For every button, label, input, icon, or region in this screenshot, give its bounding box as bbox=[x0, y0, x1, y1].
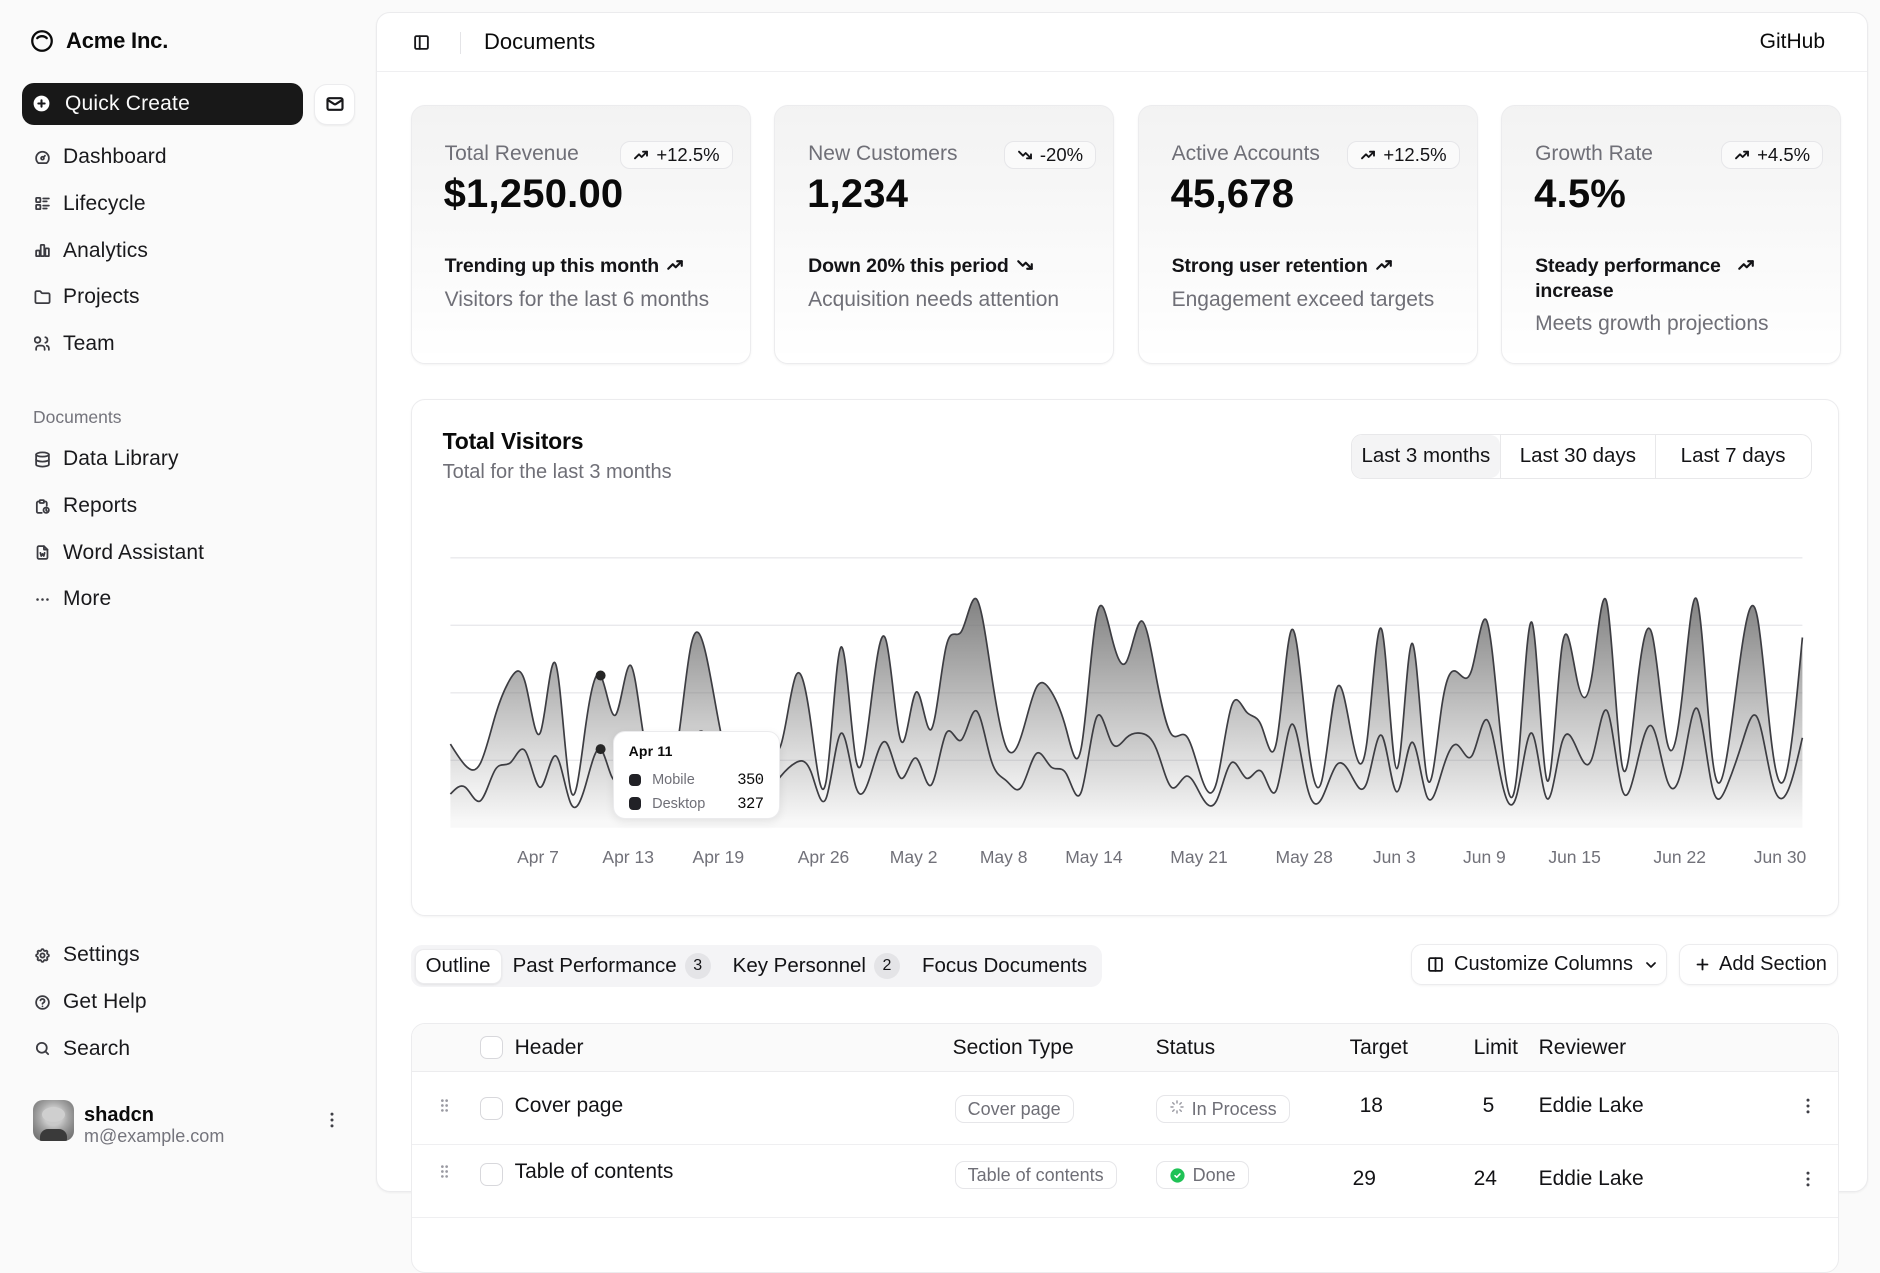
svg-text:May 8: May 8 bbox=[979, 847, 1027, 867]
svg-text:Apr 7: Apr 7 bbox=[517, 847, 559, 867]
svg-text:Jun 15: Jun 15 bbox=[1548, 847, 1601, 867]
svg-text:Jun 30: Jun 30 bbox=[1753, 847, 1806, 867]
svg-text:Jun 3: Jun 3 bbox=[1372, 847, 1415, 867]
svg-text:May 14: May 14 bbox=[1065, 847, 1123, 867]
svg-text:May 21: May 21 bbox=[1170, 847, 1227, 867]
svg-text:Jun 22: Jun 22 bbox=[1653, 847, 1706, 867]
svg-text:May 28: May 28 bbox=[1275, 847, 1332, 867]
svg-text:Apr 26: Apr 26 bbox=[797, 847, 849, 867]
svg-text:Apr 19: Apr 19 bbox=[692, 847, 744, 867]
svg-text:Jun 9: Jun 9 bbox=[1463, 847, 1506, 867]
svg-text:Apr 13: Apr 13 bbox=[602, 847, 654, 867]
svg-text:May 2: May 2 bbox=[889, 847, 937, 867]
